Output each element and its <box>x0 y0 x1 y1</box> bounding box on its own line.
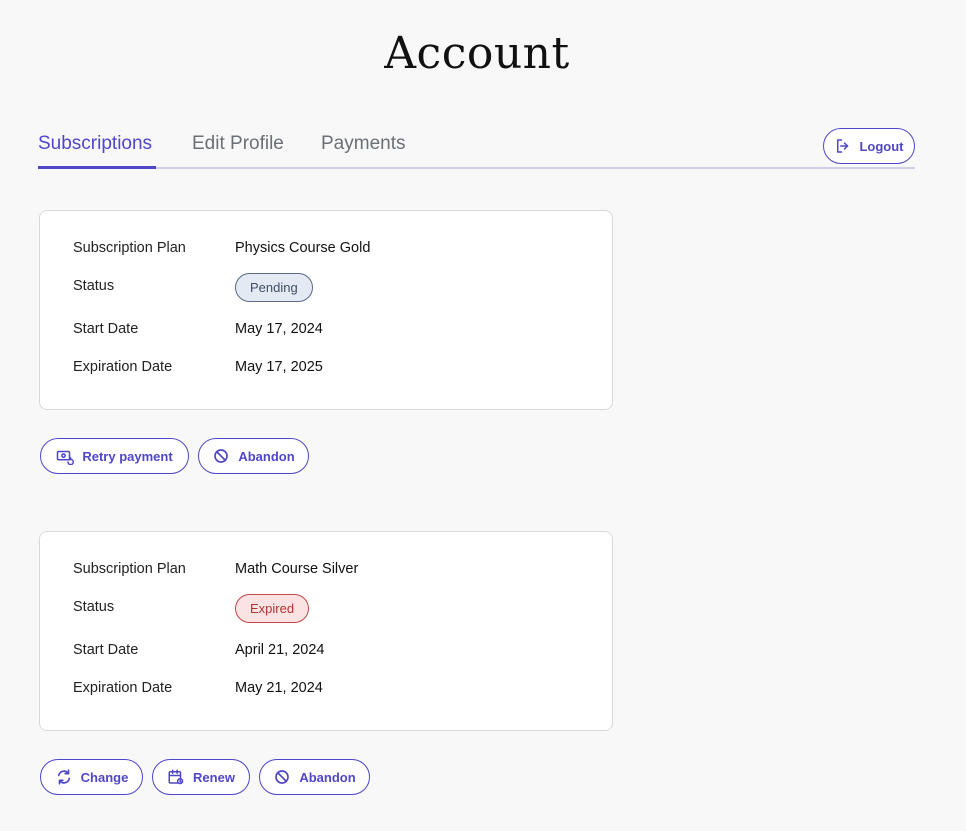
start-date-label: Start Date <box>73 642 139 658</box>
abandon-label: Abandon <box>238 448 295 464</box>
expiration-date-row: Expiration Date May 21, 2024 <box>73 673 593 703</box>
abandon-label: Abandon <box>299 769 356 785</box>
renew-button[interactable]: Renew <box>152 759 250 795</box>
retry-payment-button[interactable]: Retry payment <box>40 438 189 474</box>
active-tab-indicator <box>38 166 156 169</box>
expiration-date-row: Expiration Date May 17, 2025 <box>73 352 593 382</box>
ban-icon <box>212 447 230 465</box>
change-button[interactable]: Change <box>40 759 143 795</box>
page-title: Account <box>384 28 570 79</box>
subscription-card: Subscription Plan Math Course Silver Sta… <box>39 531 613 731</box>
status-label: Status <box>73 599 115 615</box>
plan-row: Subscription Plan Physics Course Gold <box>73 233 593 263</box>
expiration-date-value: May 17, 2025 <box>235 359 323 375</box>
status-row: Status Pending <box>73 271 593 302</box>
logout-label: Logout <box>859 138 904 154</box>
expiration-date-label: Expiration Date <box>73 680 173 696</box>
tab-edit-profile[interactable]: Edit Profile <box>192 133 284 155</box>
account-tabs: Subscriptions Edit Profile Payments Logo… <box>38 128 915 169</box>
plan-value: Math Course Silver <box>235 561 359 577</box>
plan-row: Subscription Plan Math Course Silver <box>73 554 593 584</box>
expiration-date-value: May 21, 2024 <box>235 680 323 696</box>
start-date-label: Start Date <box>73 321 139 337</box>
start-date-value: April 21, 2024 <box>235 642 325 658</box>
logout-button[interactable]: Logout <box>823 128 915 164</box>
start-date-row: Start Date April 21, 2024 <box>73 635 593 665</box>
start-date-value: May 17, 2024 <box>235 321 323 337</box>
abandon-button[interactable]: Abandon <box>198 438 309 474</box>
tab-payments[interactable]: Payments <box>321 133 405 155</box>
status-badge: Expired <box>235 594 310 623</box>
change-label: Change <box>80 769 129 785</box>
status-row: Status Expired <box>73 592 593 623</box>
tab-subscriptions[interactable]: Subscriptions <box>38 133 152 155</box>
status-label: Status <box>73 278 115 294</box>
logout-icon <box>834 137 852 155</box>
calendar-renew-icon <box>167 768 185 786</box>
retry-payment-icon <box>56 447 75 465</box>
expiration-date-label: Expiration Date <box>73 359 173 375</box>
plan-value: Physics Course Gold <box>235 240 371 256</box>
abandon-button[interactable]: Abandon <box>259 759 370 795</box>
refresh-icon <box>55 768 73 786</box>
subscription-card: Subscription Plan Physics Course Gold St… <box>39 210 613 410</box>
renew-label: Renew <box>193 769 235 785</box>
plan-label: Subscription Plan <box>73 561 186 577</box>
retry-payment-label: Retry payment <box>82 448 173 464</box>
plan-label: Subscription Plan <box>73 240 186 256</box>
ban-icon <box>273 768 291 786</box>
status-badge: Pending <box>235 273 313 302</box>
start-date-row: Start Date May 17, 2024 <box>73 314 593 344</box>
